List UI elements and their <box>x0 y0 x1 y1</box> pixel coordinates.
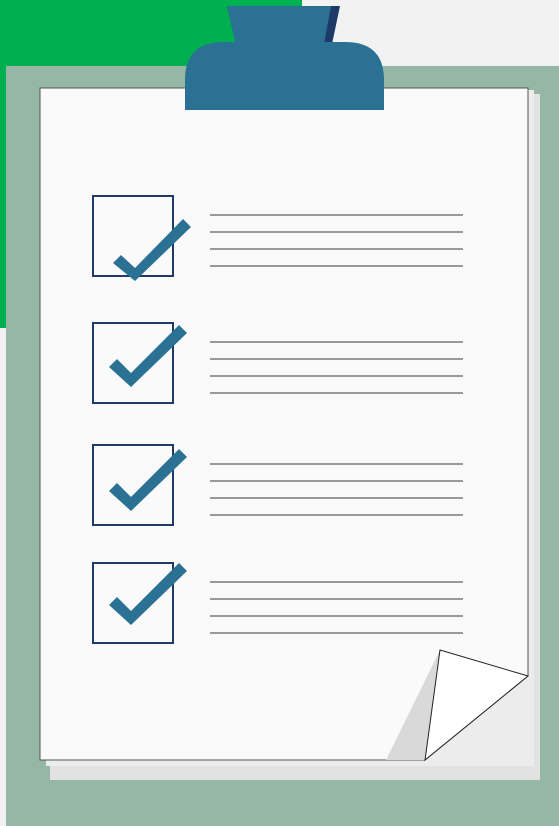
clip-base <box>185 42 384 110</box>
clip-top <box>227 6 331 44</box>
clipboard-illustration <box>39 6 540 780</box>
